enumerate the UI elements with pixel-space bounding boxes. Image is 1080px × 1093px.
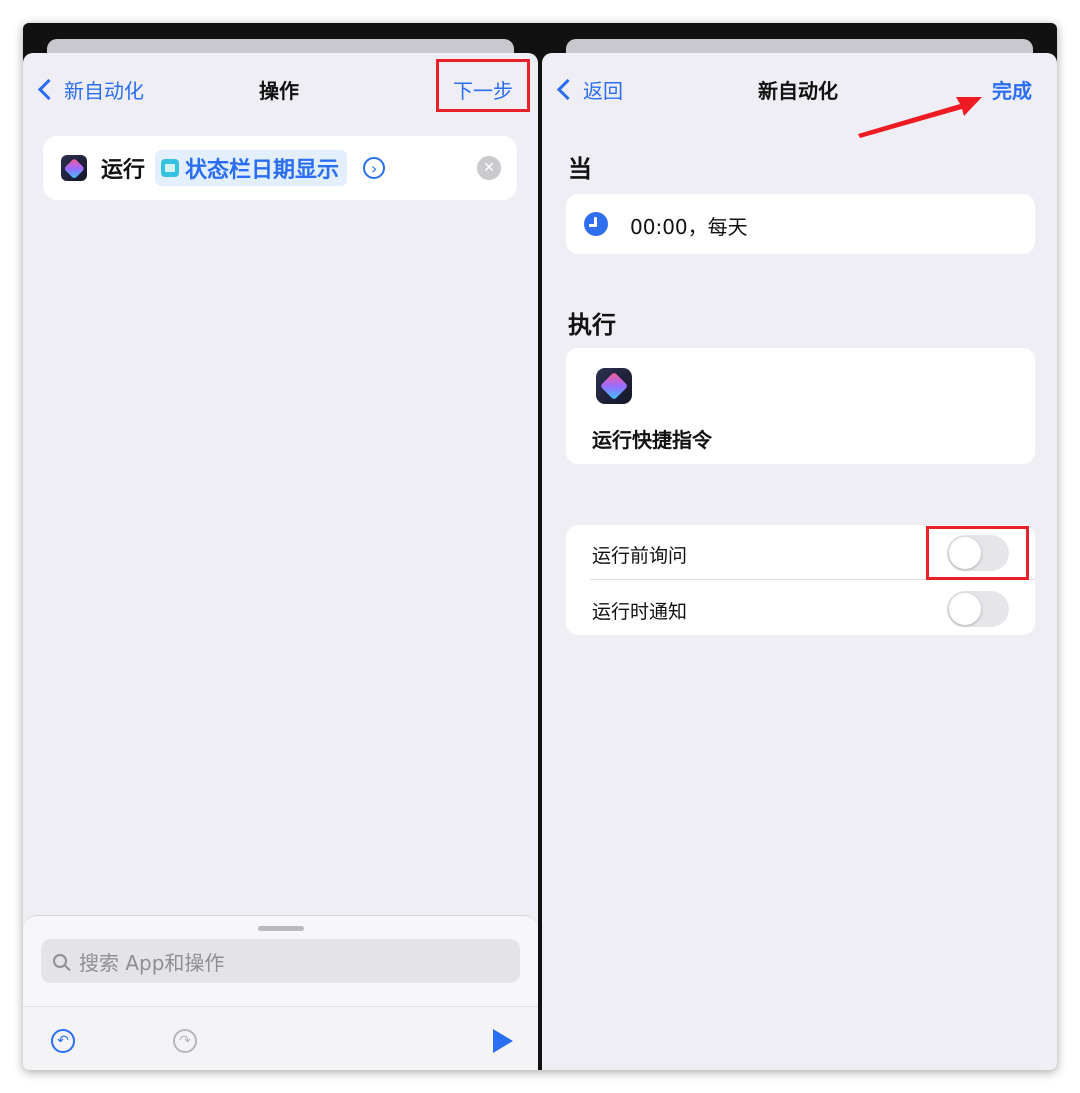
back-label: 新自动化 (64, 79, 144, 103)
chevron-left-icon (37, 78, 60, 101)
clear-icon[interactable]: ✕ (477, 156, 501, 180)
stacked-sheet-edge (47, 39, 514, 53)
chevron-right-circle-icon[interactable]: › (363, 157, 386, 179)
do-section-title: 执行 (568, 311, 616, 339)
shortcut-token[interactable]: 状态栏日期显示 (155, 150, 348, 186)
redo-icon[interactable]: ↷ (173, 1029, 197, 1053)
chevron-left-icon (556, 78, 579, 101)
actions-panel: 新自动化 操作 下一步 运行 状态栏日期显示 › ✕ 搜索 App和操作 ↶ ↷ (23, 53, 538, 1070)
calendar-icon (161, 159, 180, 177)
shortcuts-app-icon (596, 368, 632, 404)
action-verb: 运行 (101, 158, 146, 183)
run-shortcut-action-card[interactable]: 运行 状态栏日期显示 › ✕ (43, 136, 517, 200)
shortcut-name: 状态栏日期显示 (185, 158, 340, 183)
do-action-label: 运行快捷指令 (592, 428, 712, 452)
search-input[interactable]: 搜索 App和操作 (41, 939, 520, 983)
page-title: 新自动化 (758, 79, 838, 103)
back-button[interactable]: 返回 (556, 75, 623, 104)
when-section-title: 当 (568, 155, 592, 183)
trigger-card[interactable]: 00:00，每天 (566, 194, 1035, 254)
action-search-sheet: 搜索 App和操作 ↶ ↷ (23, 915, 538, 1070)
highlight-ask-toggle (926, 526, 1029, 580)
highlight-next-step (436, 59, 530, 112)
notify-when-run-toggle[interactable] (947, 591, 1009, 627)
red-arrow-annotation (858, 97, 982, 138)
stacked-sheet-edge-right (566, 39, 1033, 53)
trigger-text: 00:00，每天 (630, 215, 748, 239)
done-button[interactable]: 完成 (992, 75, 1032, 104)
editor-toolbar: ↶ ↷ (23, 1006, 538, 1070)
clock-icon (584, 212, 608, 236)
search-placeholder: 搜索 App和操作 (79, 950, 225, 975)
ask-before-running-label: 运行前询问 (592, 545, 688, 567)
page-title: 操作 (259, 79, 299, 103)
undo-icon[interactable]: ↶ (51, 1029, 75, 1053)
notify-when-run-label: 运行时通知 (592, 601, 688, 623)
play-icon[interactable] (493, 1029, 513, 1053)
search-icon (53, 954, 67, 968)
do-action-card[interactable]: 运行快捷指令 (566, 348, 1035, 464)
shortcuts-app-icon (61, 155, 87, 181)
back-label: 返回 (583, 79, 623, 103)
sheet-grabber[interactable] (258, 926, 304, 931)
back-button-new-automation[interactable]: 新自动化 (37, 75, 144, 104)
screenshot-frame: 新自动化 操作 下一步 运行 状态栏日期显示 › ✕ 搜索 App和操作 ↶ ↷ (23, 23, 1057, 1070)
